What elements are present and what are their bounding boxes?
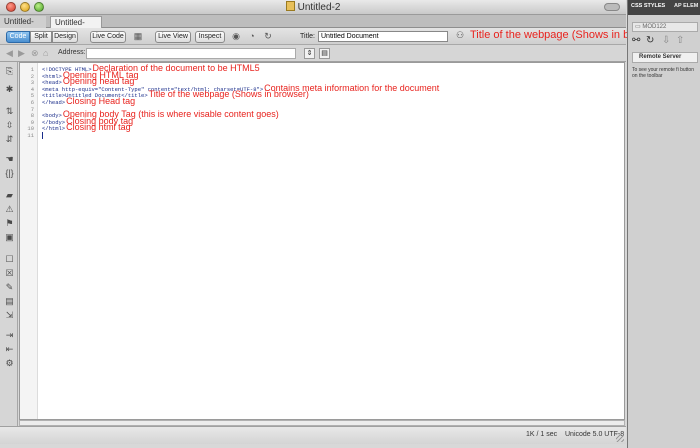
multiscreen-icon[interactable]: ▦ (132, 31, 144, 42)
connect-icon[interactable]: ⚯ (632, 35, 640, 46)
document-icon (285, 1, 295, 11)
file-management-icon[interactable]: ⚇ (454, 30, 466, 41)
line-number: 6 (30, 99, 34, 106)
back-icon[interactable]: ◀ (6, 48, 13, 59)
window-title-text: Untitled-2 (297, 2, 341, 13)
live-view-button[interactable]: Live View (155, 31, 191, 43)
remote-message: To see your remote fi button on the tool… (632, 67, 694, 79)
code-editor[interactable]: 1 2 3 4 5 6 7 8 9 10 11 <!DOCTYPE HTML>D… (19, 62, 625, 420)
status-bar: 1K / 1 sec Unicode 5.0 UTF-8 (0, 426, 626, 444)
address-label: Address: (58, 49, 86, 56)
site-name: MOD122 (642, 24, 667, 30)
document-tabs: Untitled-1× Untitled-2× (0, 15, 626, 39)
code-text: </head> (42, 99, 66, 106)
file-size-status: 1K / 1 sec (526, 431, 558, 438)
get-files-icon[interactable]: ⇩ (662, 35, 670, 46)
line-number: 5 (30, 92, 34, 99)
tab-ap-elements[interactable]: AP ELEM (674, 3, 698, 9)
show-code-navigator-icon[interactable]: ✱ (4, 84, 15, 94)
outdent-code-icon[interactable]: ⇤ (4, 344, 15, 354)
site-selector[interactable]: ▭ MOD122 (632, 22, 698, 32)
stop-icon[interactable]: ⊗ (31, 48, 39, 59)
open-documents-icon[interactable]: ⎘ (4, 66, 15, 76)
line-number: 3 (30, 79, 34, 86)
put-files-icon[interactable]: ⇧ (676, 35, 684, 46)
inspect-button[interactable]: Inspect (195, 31, 225, 43)
annotation-text: Closing html tag (66, 122, 131, 132)
coding-toolbar: ⎘ ✱ ⇅ ⇳ ⇵ ☚ {|} ▰ ⚠ ⚑ ▣ ☐ ☒ ✎ ▤ ⇲ ⇥ ⇤ ⚙ (0, 62, 18, 434)
document-toolbar: Code Split Design Live Code ▦ Live View … (0, 28, 666, 45)
window-title: Untitled-2 (0, 1, 626, 13)
line-number: 11 (27, 132, 34, 139)
line-number: 1 (30, 66, 34, 73)
panel-tabs: CSS STYLES AP ELEM (628, 0, 700, 15)
line-number: 10 (27, 125, 34, 132)
highlight-invalid-code-icon[interactable]: ⚠ (4, 204, 15, 214)
address-input[interactable] (86, 48, 296, 59)
preview-in-browser-icon[interactable]: ◉ (230, 31, 242, 42)
tab-untitled-2[interactable]: Untitled-2× (50, 16, 102, 39)
tab-css-styles[interactable]: CSS STYLES (631, 3, 665, 9)
wrap-tag-icon[interactable]: ✎ (4, 282, 15, 292)
resize-grip-icon[interactable] (616, 434, 624, 442)
line-number: 8 (30, 112, 34, 119)
address-dropdown-icon[interactable]: ⇕ (304, 48, 315, 59)
line-numbers-icon[interactable]: ▰ (4, 190, 15, 200)
expand-all-icon[interactable]: ⇵ (4, 134, 15, 144)
annotation-text: Title of the webpage (Shows in browser) (148, 89, 309, 99)
collapse-full-tag-icon[interactable]: ⇅ (4, 106, 15, 116)
check-page-icon[interactable]: ◔ (246, 31, 258, 42)
title-bar: Untitled-2 (0, 0, 626, 15)
format-source-code-icon[interactable]: ⚙ (4, 358, 15, 368)
annotation-text: Closing Head tag (66, 96, 136, 106)
forward-icon[interactable]: ▶ (18, 48, 25, 59)
remote-server-header[interactable]: Remote Server (632, 52, 698, 63)
indent-code-icon[interactable]: ⇥ (4, 330, 15, 340)
balance-braces-icon[interactable]: {|} (4, 168, 15, 178)
live-code-button[interactable]: Live Code (90, 31, 126, 43)
code-line[interactable]: </head>Closing Head tag (42, 96, 135, 106)
tab-untitled-1[interactable]: Untitled-1× (0, 16, 46, 38)
code-view-button[interactable]: Code (6, 31, 30, 43)
word-wrap-icon[interactable]: ▣ (4, 232, 15, 242)
right-panel: CSS STYLES AP ELEM ▭ MOD122 ⚯ ↻ ⇩ ⇧ Remo… (627, 0, 700, 448)
move-css-icon[interactable]: ⇲ (4, 310, 15, 320)
design-view-button[interactable]: Design (52, 31, 78, 43)
home-icon[interactable]: ⌂ (43, 48, 48, 58)
apply-comment-icon[interactable]: ☐ (4, 254, 15, 264)
code-line[interactable]: </html>Closing html tag (42, 122, 131, 132)
code-text: </html> (42, 125, 66, 132)
select-parent-tag-icon[interactable]: ☚ (4, 154, 15, 164)
document-title-input[interactable] (318, 31, 448, 42)
line-number-gutter: 1 2 3 4 5 6 7 8 9 10 11 (20, 63, 38, 419)
split-view-button[interactable]: Split (30, 31, 52, 43)
address-bar: ◀ ▶ ⊗ ⌂ Address: ⇕ ▤ (0, 45, 626, 62)
syntax-error-alerts-icon[interactable]: ⚑ (4, 218, 15, 228)
toolbar-toggle-button[interactable] (604, 3, 620, 11)
browser-options-icon[interactable]: ▤ (319, 48, 330, 59)
collapse-selection-icon[interactable]: ⇳ (4, 120, 15, 130)
text-cursor (42, 132, 43, 139)
refresh-files-icon[interactable]: ↻ (646, 35, 654, 46)
remove-comment-icon[interactable]: ☒ (4, 268, 15, 278)
recent-snippets-icon[interactable]: ▤ (4, 296, 15, 306)
title-label: Title: (300, 33, 315, 40)
refresh-icon[interactable]: ↻ (262, 31, 274, 42)
